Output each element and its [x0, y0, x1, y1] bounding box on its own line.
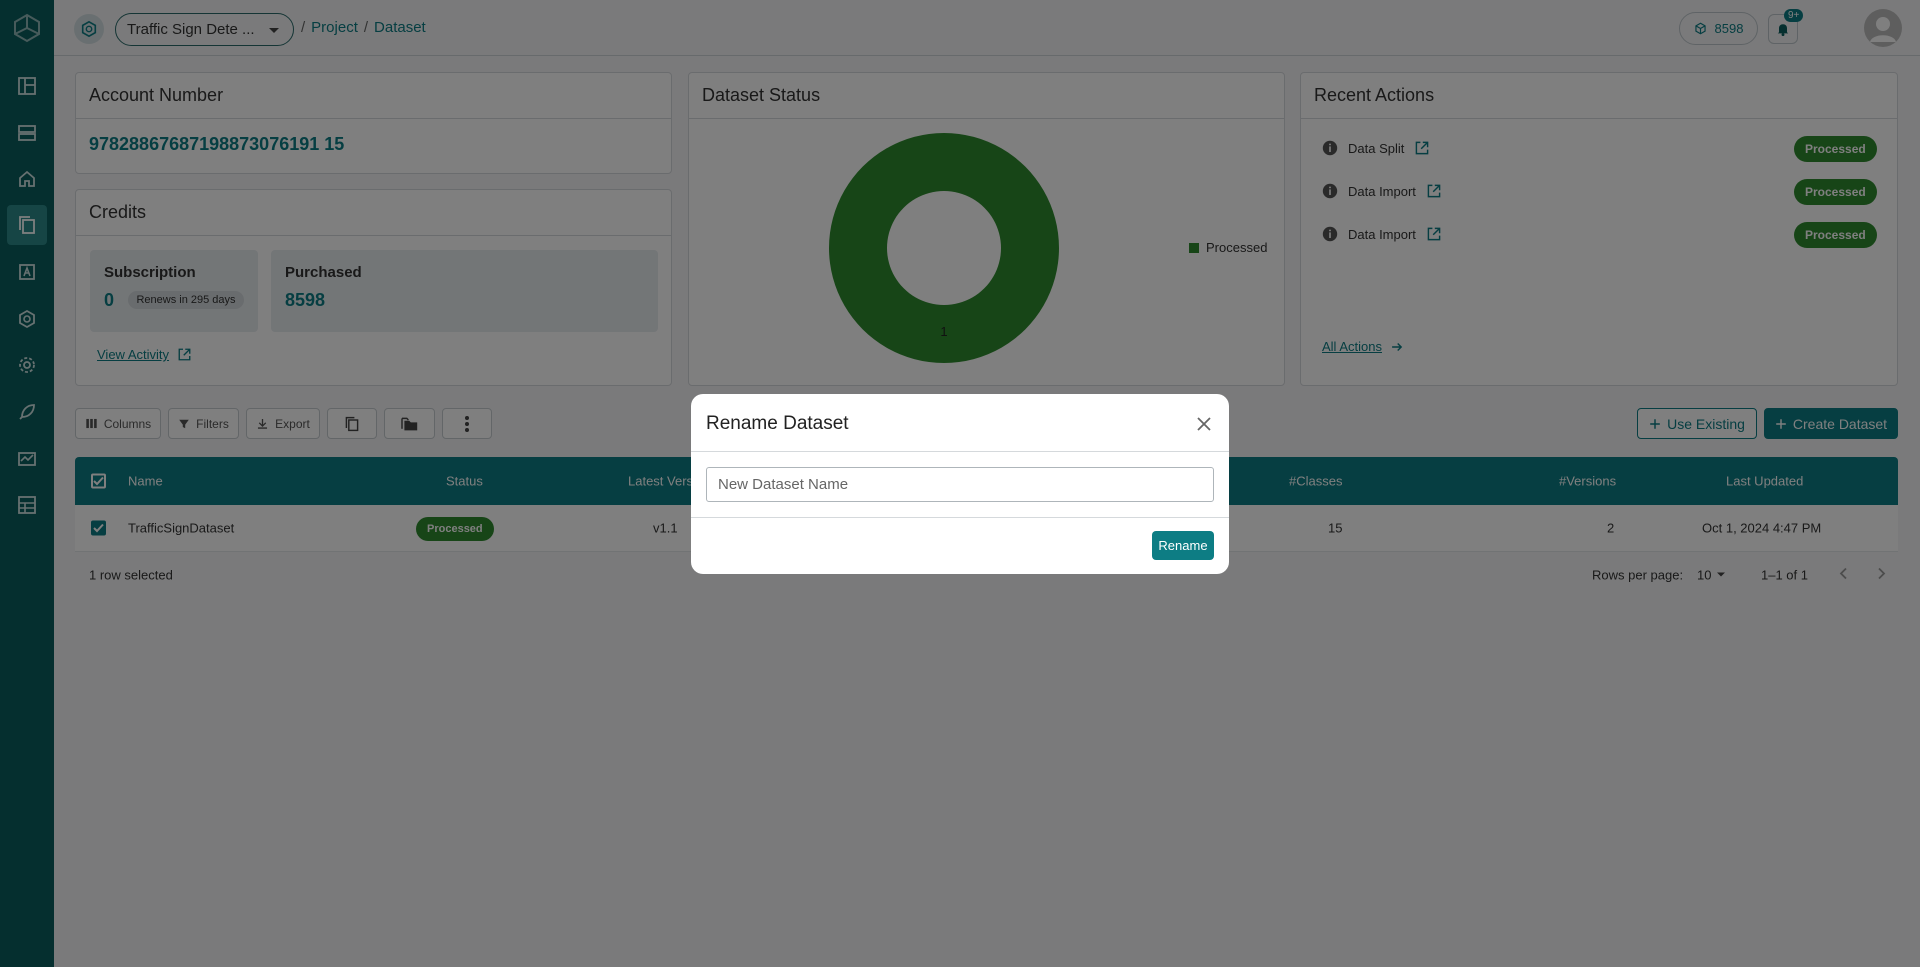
- close-icon[interactable]: [1195, 415, 1213, 433]
- dialog-header: Rename Dataset: [691, 394, 1229, 452]
- dataset-name-input[interactable]: [706, 467, 1214, 502]
- dialog-body: [691, 452, 1229, 518]
- rename-dataset-dialog: Rename Dataset Rename: [691, 394, 1229, 574]
- rename-button[interactable]: Rename: [1152, 531, 1214, 560]
- dialog-title: Rename Dataset: [706, 413, 849, 434]
